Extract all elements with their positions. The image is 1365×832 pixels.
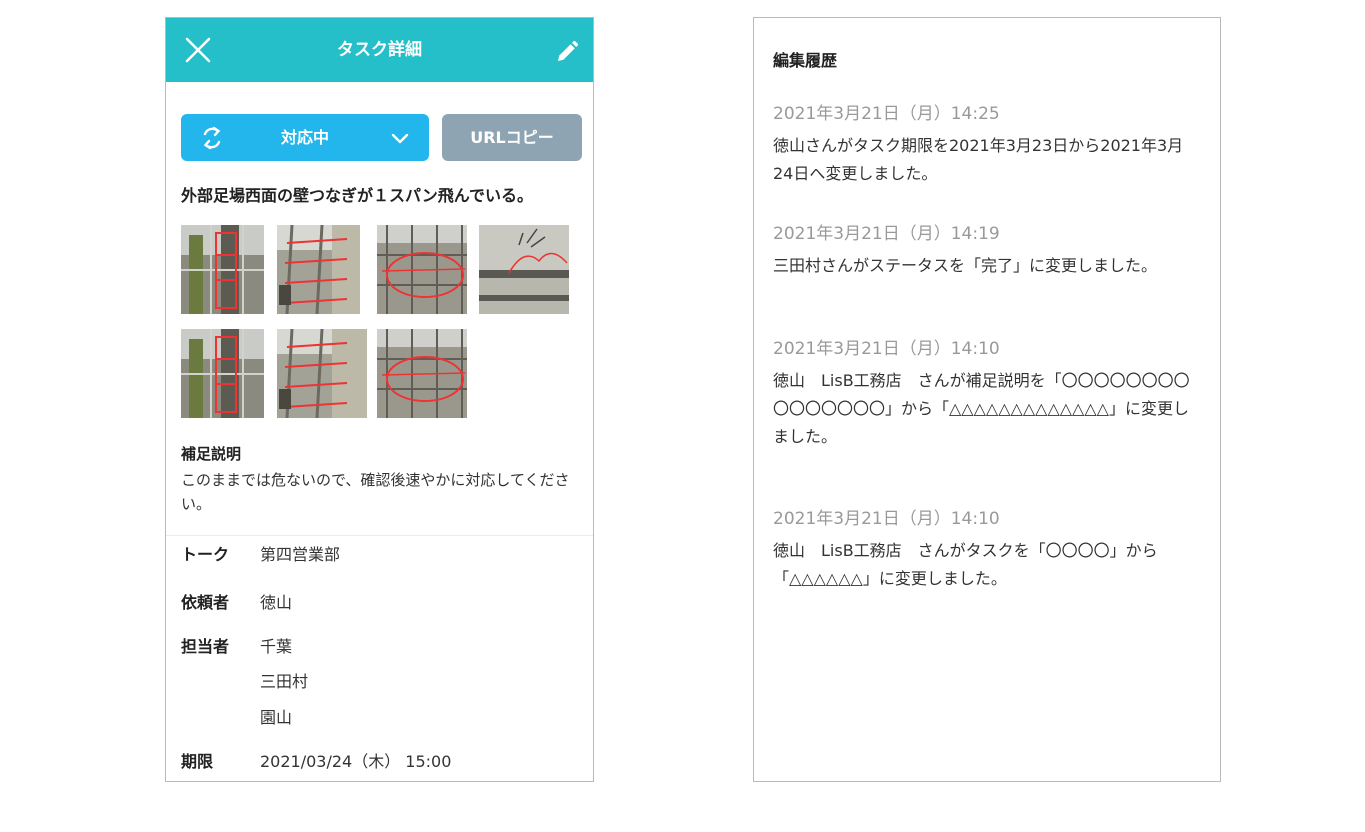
- photo-grid: [181, 225, 581, 425]
- url-copy-button[interactable]: URLコピー: [442, 114, 582, 161]
- edit-history-panel: 編集履歴 2021年3月21日（月）14:25 徳山さんがタスク期限を2021年…: [753, 17, 1221, 782]
- task-detail-panel: タスク詳細 対応中 URLコピー 外部足場西面の壁つなぎが１スパン飛んでいる。 …: [165, 17, 594, 782]
- history-message: 徳山 LisB工務店 さんが補足説明を「〇〇〇〇〇〇〇〇〇〇〇〇〇〇〇」から「△…: [773, 371, 1190, 446]
- pencil-icon[interactable]: [555, 40, 579, 64]
- assignee-name: 園山: [260, 708, 293, 727]
- deadline-value: 2021/03/24（木） 15:00: [260, 752, 452, 771]
- task-title: 外部足場西面の壁つなぎが１スパン飛んでいる。: [181, 186, 534, 205]
- talk-label: トーク: [181, 545, 230, 564]
- assignee-name: 千葉: [260, 637, 293, 656]
- deadline-label: 期限: [181, 752, 214, 771]
- history-timestamp: 2021年3月21日（月）14:25: [773, 104, 1000, 124]
- action-row: 対応中 URLコピー: [181, 114, 582, 161]
- history-message: 徳山 LisB工務店 さんがタスクを「〇〇〇〇」から「△△△△△△」に変更しまし…: [773, 541, 1158, 588]
- history-timestamp: 2021年3月21日（月）14:19: [773, 224, 1000, 244]
- history-entry: 2021年3月21日（月）14:25 徳山さんがタスク期限を2021年3月23日…: [773, 102, 1203, 188]
- note-heading: 補足説明: [181, 445, 242, 463]
- history-message: 徳山さんがタスク期限を2021年3月23日から2021年3月24日へ変更しました…: [773, 136, 1184, 183]
- talk-value[interactable]: 第四営業部: [260, 541, 340, 565]
- photo-thumbnail[interactable]: [277, 329, 367, 418]
- chevron-down-icon: [391, 129, 409, 147]
- task-detail-header: タスク詳細: [166, 18, 593, 82]
- photo-thumbnail[interactable]: [277, 225, 360, 314]
- photo-thumbnail[interactable]: [377, 225, 467, 314]
- photo-thumbnail[interactable]: [181, 329, 264, 418]
- requester-value: 徳山: [260, 593, 293, 612]
- divider: [166, 535, 593, 536]
- status-dropdown-button[interactable]: 対応中: [181, 114, 429, 161]
- header-title: タスク詳細: [337, 40, 422, 60]
- history-timestamp: 2021年3月21日（月）14:10: [773, 339, 1000, 359]
- history-entry: 2021年3月21日（月）14:10 徳山 LisB工務店 さんがタスクを「〇〇…: [773, 507, 1203, 593]
- assignee-label: 担当者: [181, 637, 230, 656]
- note-body: このままでは危ないので、確認後速やかに対応してください。: [181, 471, 570, 513]
- photo-thumbnail[interactable]: [377, 329, 467, 418]
- history-entry: 2021年3月21日（月）14:19 三田村さんがステータスを「完了」に変更しま…: [773, 222, 1203, 280]
- photo-thumbnail[interactable]: [181, 225, 264, 314]
- history-message: 三田村さんがステータスを「完了」に変更しました。: [773, 256, 1158, 275]
- photo-thumbnail[interactable]: [479, 225, 569, 314]
- assignee-name: 三田村: [260, 672, 309, 691]
- history-timestamp: 2021年3月21日（月）14:10: [773, 509, 1000, 529]
- requester-label: 依頼者: [181, 593, 230, 612]
- history-entry: 2021年3月21日（月）14:10 徳山 LisB工務店 さんが補足説明を「〇…: [773, 337, 1203, 451]
- history-title: 編集履歴: [773, 51, 838, 70]
